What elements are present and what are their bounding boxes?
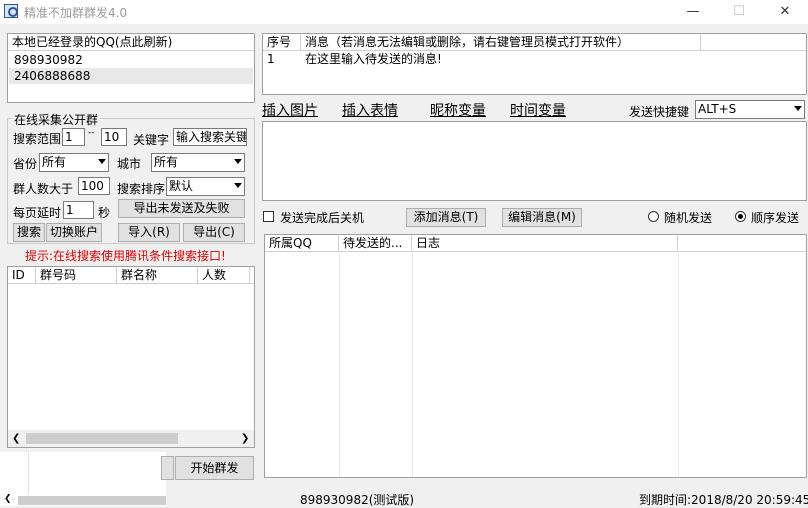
city-value: 所有 xyxy=(154,155,179,169)
city-label: 城市 xyxy=(117,157,142,171)
sort-value: 默认 xyxy=(169,179,194,193)
hint-text: 提示:在线搜索使用腾讯条件搜索接口! xyxy=(25,249,226,263)
export-button[interactable]: 导出(C) xyxy=(183,223,245,242)
message-table-header: 序号 消息（若消息无法编辑或删除，请右键管理员模式打开软件） xyxy=(263,34,806,51)
hotkey-value: ALT+S xyxy=(698,102,737,116)
column-header[interactable]: ID xyxy=(8,267,36,284)
range-separator: -- xyxy=(88,128,95,138)
shutdown-checkbox[interactable] xyxy=(263,211,274,222)
range-label: 搜索范围 xyxy=(13,132,62,146)
minimize-button[interactable]: — xyxy=(670,0,716,24)
status-account: 898930982(测试版) xyxy=(300,493,415,507)
add-message-button[interactable]: 添加消息(T) xyxy=(406,208,486,227)
qq-list-header[interactable]: 本地已经登录的QQ(点此刷新) xyxy=(8,34,254,51)
column-header[interactable]: 群号码 xyxy=(36,267,117,284)
time-variable-link[interactable]: 时间变量 xyxy=(510,100,566,120)
qq-item[interactable]: 898930982 xyxy=(9,52,253,68)
maximize-button[interactable]: ☐ xyxy=(716,0,762,24)
window-title: 精准不加群群发4.0 xyxy=(24,6,128,20)
partial-button[interactable] xyxy=(161,456,174,480)
province-label: 省份 xyxy=(13,157,38,171)
shutdown-label: 发送完成后关机 xyxy=(280,211,365,225)
import-button[interactable]: 导入(R) xyxy=(118,223,180,242)
qq-item[interactable]: 2406888688 xyxy=(9,68,253,84)
qq-list: 本地已经登录的QQ(点此刷新) 898930982 2406888688 xyxy=(7,33,255,103)
insert-image-link[interactable]: 插入图片 xyxy=(262,100,318,120)
random-send-label: 随机发送 xyxy=(664,211,713,225)
delay-input[interactable]: 1 xyxy=(63,201,94,219)
chevron-down-icon xyxy=(98,159,106,164)
chevron-down-icon xyxy=(234,183,242,188)
row-number: 1 xyxy=(267,52,275,66)
app-icon xyxy=(4,4,18,18)
group-table: ID 群号码 群名称 人数 ❮ ❯ xyxy=(7,266,255,448)
column-header[interactable]: 消息（若消息无法编辑或删除，请右键管理员模式打开软件） xyxy=(301,34,701,51)
range-from-input[interactable]: 1 xyxy=(62,128,85,146)
grid-line xyxy=(412,252,413,477)
members-label: 群人数大于 xyxy=(13,182,74,196)
keyword-input[interactable]: 输入搜索关键 xyxy=(173,128,247,146)
column-header[interactable]: 待发送的... xyxy=(339,235,412,252)
message-editor[interactable] xyxy=(262,121,807,201)
log-table: 所属QQ 待发送的... 日志 xyxy=(264,234,807,478)
sequential-send-label: 顺序发送 xyxy=(751,211,800,225)
row-message: 在这里输入待发送的消息! xyxy=(305,52,442,66)
chevron-left-icon[interactable]: ❮ xyxy=(12,433,20,444)
search-button[interactable]: 搜索 xyxy=(13,223,45,242)
close-button[interactable]: ✕ xyxy=(762,0,808,24)
blank-area xyxy=(0,452,166,494)
sort-label: 搜索排序 xyxy=(117,182,166,196)
column-header[interactable]: 所属QQ xyxy=(265,235,339,252)
column-header[interactable]: 序号 xyxy=(263,34,301,51)
scroll-thumb[interactable] xyxy=(26,433,178,444)
city-select[interactable]: 所有 xyxy=(151,153,245,172)
column-header[interactable]: 日志 xyxy=(412,235,678,252)
column-header[interactable]: 群名称 xyxy=(117,267,198,284)
title-bar: 精准不加群群发4.0 — ☐ ✕ xyxy=(0,0,808,24)
edit-message-button[interactable]: 编辑消息(M) xyxy=(502,208,582,227)
collect-group-title: 在线采集公开群 xyxy=(12,111,101,128)
chevron-down-icon xyxy=(234,159,242,164)
table-row[interactable]: 1 在这里输入待发送的消息! xyxy=(263,51,806,67)
export-unsent-button[interactable]: 导出未发送及失败 xyxy=(118,199,245,218)
delay-unit: 秒 xyxy=(98,206,111,220)
start-send-button[interactable]: 开始群发 xyxy=(175,456,254,480)
random-send-radio[interactable] xyxy=(648,211,659,222)
grid-line xyxy=(678,252,679,477)
horizontal-scrollbar[interactable]: ❮ ❯ xyxy=(8,430,254,447)
chevron-left-icon[interactable]: ❮ xyxy=(4,494,12,504)
nickname-variable-link[interactable]: 昵称变量 xyxy=(430,100,486,120)
bottom-scrollbar[interactable]: ❮ xyxy=(0,494,166,506)
sequential-send-radio[interactable] xyxy=(735,211,746,222)
chevron-down-icon xyxy=(794,106,802,111)
sort-select[interactable]: 默认 xyxy=(166,177,245,196)
delay-label: 每页延时 xyxy=(13,206,62,220)
hotkey-select[interactable]: ALT+S xyxy=(695,100,805,119)
scroll-thumb[interactable] xyxy=(18,496,166,505)
switch-account-button[interactable]: 切换账户 xyxy=(46,223,102,242)
chevron-right-icon[interactable]: ❯ xyxy=(241,433,249,444)
province-select[interactable]: 所有 xyxy=(39,153,109,172)
message-table: 序号 消息（若消息无法编辑或删除，请右键管理员模式打开软件） 1 在这里输入待发… xyxy=(262,33,807,95)
column-header[interactable]: 人数 xyxy=(198,267,250,284)
grid-line xyxy=(339,252,340,477)
group-table-header: ID 群号码 群名称 人数 xyxy=(8,267,254,284)
range-to-input[interactable]: 10 xyxy=(101,128,127,146)
log-table-header: 所属QQ 待发送的... 日志 xyxy=(265,235,806,252)
insert-emoji-link[interactable]: 插入表情 xyxy=(342,100,398,120)
divider xyxy=(28,452,29,494)
status-expiry: 到期时间:2018/8/20 20:59:45 xyxy=(639,493,808,507)
members-input[interactable]: 100 xyxy=(78,177,110,195)
keyword-label: 关键字 xyxy=(133,133,170,147)
hotkey-label: 发送快捷键 xyxy=(629,105,690,119)
province-value: 所有 xyxy=(42,155,67,169)
